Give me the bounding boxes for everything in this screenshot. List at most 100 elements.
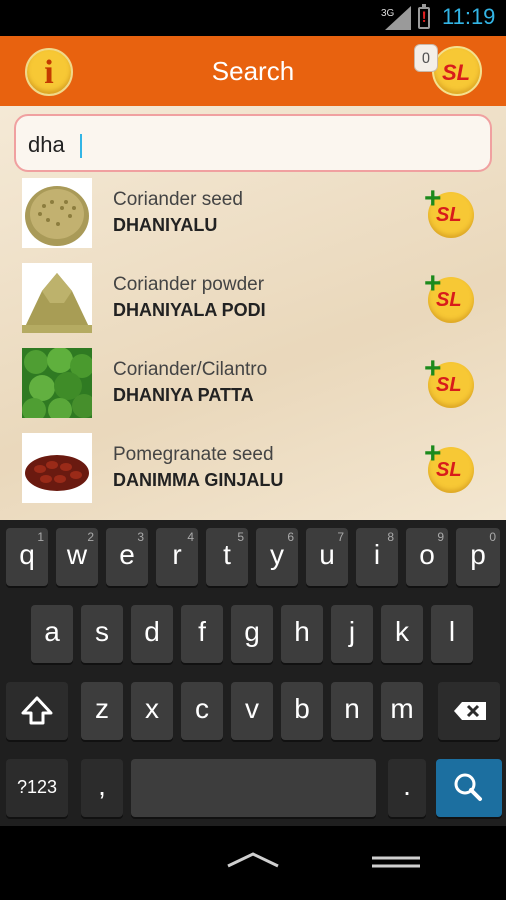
key-label: c xyxy=(195,693,209,724)
key-label: z xyxy=(95,693,109,724)
key-label: e xyxy=(119,539,135,570)
shopping-list-logo-icon: SL xyxy=(442,60,471,85)
key-j[interactable]: j xyxy=(331,605,373,663)
key-h[interactable]: h xyxy=(281,605,323,663)
key-label: b xyxy=(294,693,310,724)
shift-icon xyxy=(21,696,53,725)
list-item[interactable]: Coriander seed DHANIYALU SL + xyxy=(0,176,506,261)
key-r[interactable]: 4r xyxy=(156,528,198,586)
key-n[interactable]: n xyxy=(331,682,373,740)
key-g[interactable]: g xyxy=(231,605,273,663)
key-label: m xyxy=(390,693,414,724)
search-input[interactable] xyxy=(28,130,468,160)
key-label: , xyxy=(98,770,106,801)
battery-icon: ! xyxy=(418,4,430,29)
key-label: u xyxy=(319,539,335,570)
key-k[interactable]: k xyxy=(381,605,423,663)
item-local-name: DHANIYA PATTA xyxy=(113,385,254,405)
key-i[interactable]: 8i xyxy=(356,528,398,586)
key-label: ?123 xyxy=(16,777,58,797)
key-f[interactable]: f xyxy=(181,605,223,663)
backspace-icon xyxy=(454,702,486,720)
comma-key[interactable]: , xyxy=(81,759,123,817)
key-label: o xyxy=(419,539,435,570)
shopping-list-button[interactable]: SL xyxy=(432,46,482,96)
soft-keyboard: 1q 2w 3e 4r 5t 6y 7u 8i 9o 0p a s d f g … xyxy=(0,520,506,826)
item-name: Coriander powder xyxy=(113,274,265,295)
recent-apps-icon[interactable] xyxy=(366,850,426,874)
item-local-name: DHANIYALA PODI xyxy=(113,300,266,320)
add-to-list-button[interactable]: SL + xyxy=(422,354,476,408)
key-label: d xyxy=(144,616,160,647)
backspace-key[interactable] xyxy=(438,682,500,740)
key-x[interactable]: x xyxy=(131,682,173,740)
hide-keyboard-icon[interactable] xyxy=(222,848,284,872)
signal-icon: 3G xyxy=(381,6,411,30)
add-to-list-button[interactable]: SL + xyxy=(422,439,476,493)
key-label: w xyxy=(66,539,88,570)
period-key[interactable]: . xyxy=(388,759,426,817)
shopping-list-count-badge: 0 xyxy=(414,44,438,72)
key-label: j xyxy=(348,616,356,647)
plus-icon: + xyxy=(424,437,442,470)
space-key[interactable] xyxy=(131,759,376,817)
cilantro-thumbnail xyxy=(22,348,92,418)
list-item[interactable]: Coriander/Cilantro DHANIYA PATTA SL + xyxy=(0,346,506,431)
key-o[interactable]: 9o xyxy=(406,528,448,586)
status-bar: 3G ! 11:19 xyxy=(0,0,506,36)
coriander-powder-thumbnail xyxy=(22,263,92,333)
battery-alert-label: ! xyxy=(421,8,427,26)
search-key[interactable] xyxy=(436,759,502,817)
key-q[interactable]: 1q xyxy=(6,528,48,586)
list-item[interactable]: Coriander powder DHANIYALA PODI SL + xyxy=(0,261,506,346)
key-label: f xyxy=(198,616,206,647)
pomegranate-seed-thumbnail xyxy=(22,433,92,503)
key-label: g xyxy=(244,616,260,647)
key-w[interactable]: 2w xyxy=(56,528,98,586)
key-label: a xyxy=(44,616,60,647)
key-label: n xyxy=(344,693,360,724)
key-d[interactable]: d xyxy=(131,605,173,663)
coriander-seed-thumbnail xyxy=(22,178,92,248)
add-to-list-button[interactable]: SL + xyxy=(422,269,476,323)
key-a[interactable]: a xyxy=(31,605,73,663)
plus-icon: + xyxy=(424,267,442,300)
item-name: Pomegranate seed xyxy=(113,444,274,465)
navigation-bar xyxy=(0,826,506,900)
search-icon xyxy=(454,773,482,801)
key-v[interactable]: v xyxy=(231,682,273,740)
shift-key[interactable] xyxy=(6,682,68,740)
text-cursor xyxy=(80,134,82,158)
results-list: Coriander seed DHANIYALU SL + Coriander … xyxy=(0,176,506,516)
add-to-list-button[interactable]: SL + xyxy=(422,184,476,238)
search-field[interactable] xyxy=(14,114,492,172)
content-area: Coriander seed DHANIYALU SL + Coriander … xyxy=(0,106,506,520)
key-label: t xyxy=(223,539,231,570)
key-label: x xyxy=(145,693,159,724)
key-label: v xyxy=(245,693,259,724)
key-u[interactable]: 7u xyxy=(306,528,348,586)
key-p[interactable]: 0p xyxy=(456,528,500,586)
svg-text:3G: 3G xyxy=(381,8,395,19)
key-label: s xyxy=(95,616,109,647)
key-y[interactable]: 6y xyxy=(256,528,298,586)
key-m[interactable]: m xyxy=(381,682,423,740)
item-local-name: DANIMMA GINJALU xyxy=(113,470,284,490)
key-b[interactable]: b xyxy=(281,682,323,740)
clock: 11:19 xyxy=(442,4,496,29)
list-item[interactable]: Pomegranate seed DANIMMA GINJALU SL + xyxy=(0,431,506,516)
key-label: k xyxy=(395,616,409,647)
key-e[interactable]: 3e xyxy=(106,528,148,586)
key-label: q xyxy=(19,539,35,570)
key-label: . xyxy=(403,770,411,801)
key-z[interactable]: z xyxy=(81,682,123,740)
app-screen: 3G ! 11:19 i Search SL 0 dha Coriander s… xyxy=(0,0,506,900)
key-label: i xyxy=(373,539,381,570)
key-t[interactable]: 5t xyxy=(206,528,248,586)
action-bar: i Search SL 0 xyxy=(0,36,506,106)
key-c[interactable]: c xyxy=(181,682,223,740)
key-label: h xyxy=(294,616,310,647)
key-s[interactable]: s xyxy=(81,605,123,663)
key-l[interactable]: l xyxy=(431,605,473,663)
symbols-key[interactable]: ?123 xyxy=(6,759,68,817)
